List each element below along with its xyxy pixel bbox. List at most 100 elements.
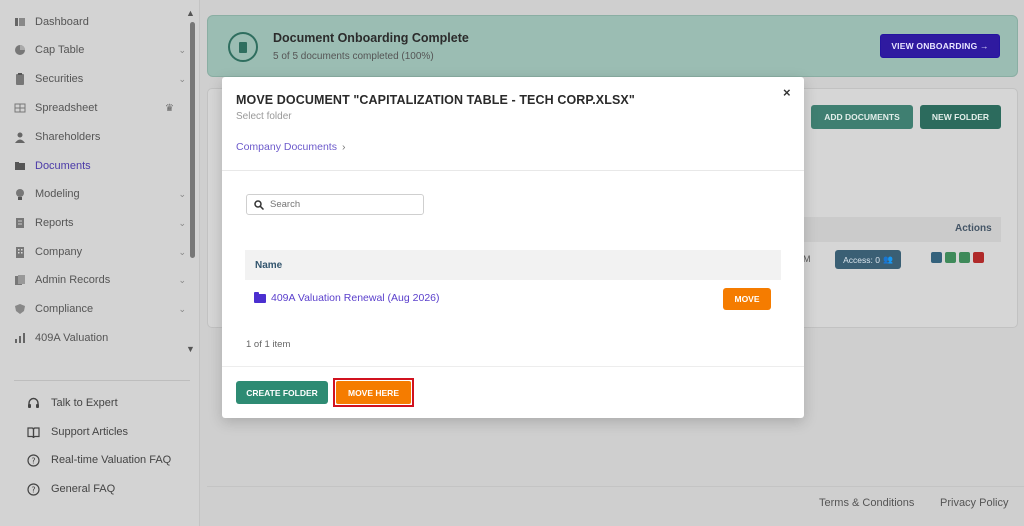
breadcrumb[interactable]: Company Documents › (236, 141, 345, 153)
footer-divider (207, 486, 1024, 487)
folder-row[interactable]: 409A Valuation Renewal (Aug 2026) (254, 291, 440, 304)
close-icon[interactable]: × (783, 85, 791, 100)
sidebar-item-409a-valuation[interactable]: 409A Valuation (14, 328, 186, 348)
sidebar-item-compliance[interactable]: Compliance ⌄ (14, 299, 186, 319)
onboarding-banner: Document Onboarding Complete 5 of 5 docu… (207, 15, 1018, 77)
scroll-down-arrow-icon[interactable]: ▼ (186, 344, 195, 354)
sidebar-item-label: 409A Valuation (35, 332, 109, 344)
svg-text:?: ? (31, 485, 35, 494)
svg-text:?: ? (31, 456, 35, 465)
help-item-label: Real-time Valuation FAQ (51, 454, 172, 466)
scroll-up-arrow-icon[interactable]: ▲ (186, 8, 195, 18)
report-icon (14, 217, 26, 229)
sidebar: Dashboard Cap Table ⌄ Securities ⌄ Sprea… (0, 0, 200, 526)
sidebar-item-label: Reports (35, 217, 74, 229)
chevron-down-icon: ⌄ (178, 73, 186, 84)
access-badge[interactable]: Access: 0 👥 (835, 250, 901, 269)
folder-name[interactable]: 409A Valuation Renewal (Aug 2026) (271, 292, 440, 304)
chevron-down-icon: ⌄ (178, 188, 186, 199)
question-icon: ? (26, 453, 40, 467)
move-here-button[interactable]: MOVE HERE (336, 381, 411, 404)
crown-icon: ♛ (165, 102, 174, 114)
users-icon: 👥 (882, 255, 893, 264)
modal-divider (222, 170, 804, 171)
sidebar-item-spreadsheet[interactable]: Spreadsheet ♛ (14, 98, 186, 118)
trash-icon[interactable] (973, 252, 984, 263)
sidebar-item-label: Shareholders (35, 131, 101, 143)
sidebar-item-cap-table[interactable]: Cap Table ⌄ (14, 40, 186, 60)
sidebar-item-admin-records[interactable]: Admin Records ⌄ (14, 270, 186, 290)
chart-icon (14, 332, 26, 344)
sidebar-item-company[interactable]: Company ⌄ (14, 242, 186, 262)
sidebar-item-securities[interactable]: Securities ⌄ (14, 69, 186, 89)
terms-link[interactable]: Terms & Conditions (819, 497, 914, 509)
chevron-down-icon: ⌄ (178, 44, 186, 55)
chevron-down-icon: ⌄ (178, 274, 186, 285)
modal-footer-divider (222, 366, 804, 367)
search-input[interactable] (270, 199, 410, 210)
help-item-label: Talk to Expert (51, 397, 118, 409)
building-icon (14, 246, 26, 258)
records-icon (14, 274, 26, 286)
name-column-header[interactable]: Name (255, 260, 282, 271)
table-header: Name (245, 250, 781, 280)
person-icon (14, 131, 26, 143)
help-item-realtime-valuation-faq[interactable]: ? Real-time Valuation FAQ (26, 453, 171, 467)
sidebar-item-label: Dashboard (35, 16, 89, 28)
clipboard-icon (14, 73, 26, 85)
pie-chart-icon (14, 44, 26, 56)
sidebar-item-dashboard[interactable]: Dashboard (14, 12, 186, 32)
view-onboarding-button[interactable]: VIEW ONBOARDING → (880, 34, 1000, 58)
sidebar-item-shareholders[interactable]: Shareholders (14, 127, 186, 147)
move-button[interactable]: MOVE (723, 288, 771, 310)
sidebar-item-label: Documents (35, 160, 91, 172)
edit-icon[interactable] (945, 252, 956, 263)
chevron-right-icon: › (341, 141, 346, 153)
move-here-highlight: MOVE HERE (333, 378, 414, 407)
sidebar-item-label: Admin Records (35, 274, 111, 286)
shield-icon (14, 303, 26, 315)
table-cell-fragment: M (803, 254, 811, 264)
help-item-talk-to-expert[interactable]: Talk to Expert (26, 396, 118, 410)
sidebar-scrollbar-thumb[interactable] (190, 22, 195, 258)
help-item-general-faq[interactable]: ? General FAQ (26, 482, 115, 496)
sidebar-item-label: Spreadsheet (35, 102, 98, 114)
item-count: 1 of 1 item (246, 339, 291, 350)
download-icon[interactable] (931, 252, 942, 263)
search-icon (254, 199, 264, 210)
sidebar-item-label: Compliance (35, 303, 94, 315)
help-item-label: Support Articles (51, 426, 129, 438)
privacy-link[interactable]: Privacy Policy (940, 497, 1008, 509)
access-label: Access: 0 (843, 254, 880, 265)
new-folder-button[interactable]: NEW FOLDER (920, 105, 1001, 129)
sidebar-item-label: Cap Table (35, 44, 85, 56)
breadcrumb-item-company-documents[interactable]: Company Documents (236, 141, 337, 153)
sidebar-item-label: Company (35, 246, 83, 258)
help-item-label: General FAQ (51, 483, 116, 495)
modal-subtitle: Select folder (236, 111, 292, 122)
help-item-support-articles[interactable]: Support Articles (26, 425, 128, 439)
chevron-down-icon: ⌄ (178, 246, 186, 257)
banner-title: Document Onboarding Complete (273, 31, 469, 45)
dashboard-icon (14, 16, 26, 28)
chevron-down-icon: ⌄ (178, 303, 186, 314)
folder-icon (254, 291, 266, 303)
document-check-icon (228, 32, 258, 62)
banner-subtitle: 5 of 5 documents completed (100%) (273, 51, 434, 62)
question-icon: ? (26, 482, 40, 496)
add-documents-button[interactable]: ADD DOCUMENTS (811, 105, 913, 129)
move-document-modal: MOVE DOCUMENT "CAPITALIZATION TABLE - TE… (222, 77, 804, 418)
sidebar-item-documents[interactable]: Documents (14, 156, 186, 176)
sidebar-item-label: Modeling (35, 188, 80, 200)
search-field[interactable] (246, 194, 424, 215)
folder-icon (14, 160, 26, 172)
folder-move-icon[interactable] (959, 252, 970, 263)
create-folder-button[interactable]: CREATE FOLDER (236, 381, 328, 404)
sidebar-item-label: Securities (35, 73, 84, 85)
sidebar-item-reports[interactable]: Reports ⌄ (14, 213, 186, 233)
chevron-down-icon: ⌄ (178, 217, 186, 228)
lightbulb-icon (14, 188, 26, 200)
modal-title: MOVE DOCUMENT "CAPITALIZATION TABLE - TE… (236, 93, 635, 107)
sidebar-item-modeling[interactable]: Modeling ⌄ (14, 184, 186, 204)
book-icon (26, 425, 40, 439)
